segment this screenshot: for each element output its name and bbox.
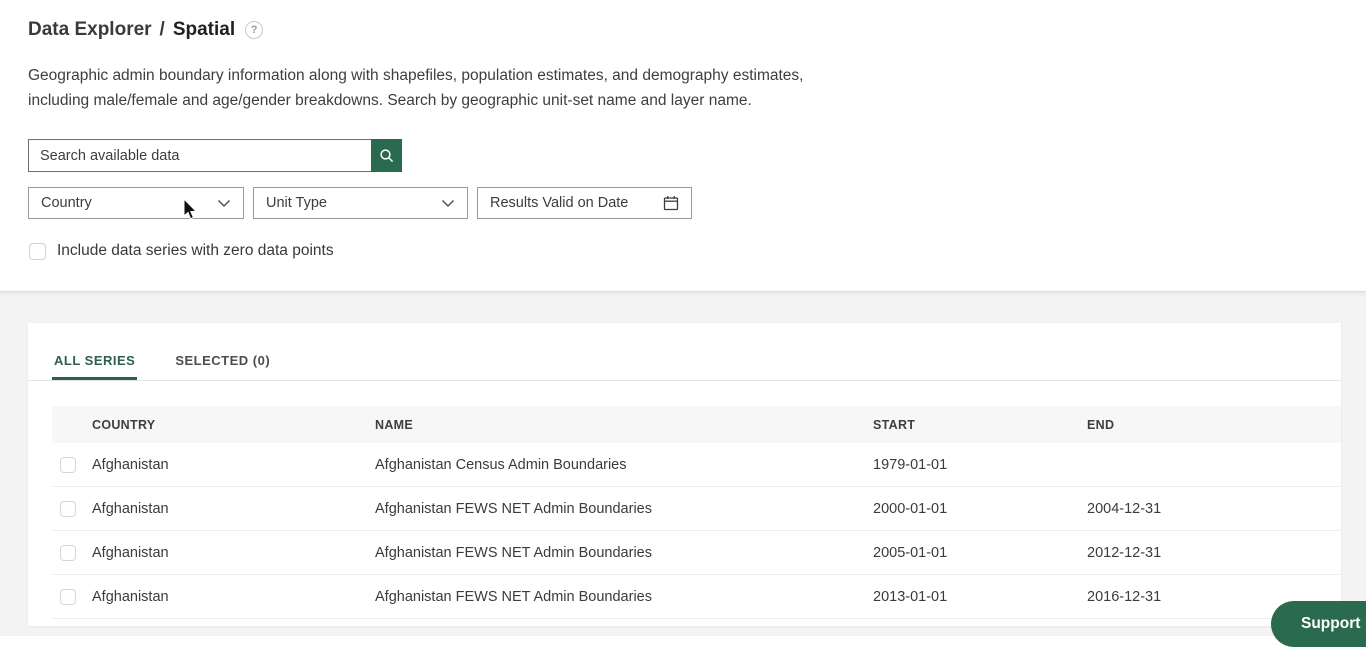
row-checkbox[interactable] [60,588,76,605]
row-country: Afghanistan [92,500,169,517]
results-valid-date-picker[interactable]: Results Valid on Date [477,187,692,219]
description-line-1: Geographic admin boundary information al… [28,67,804,84]
search-button[interactable] [371,139,402,172]
row-start-date: 2000-01-01 [873,500,948,517]
row-name: Afghanistan FEWS NET Admin Boundaries [375,588,652,605]
breadcrumb: Data Explorer / Spatial ? [28,19,264,41]
support-button-label: Support [1301,615,1361,632]
row-country: Afghanistan [92,456,169,473]
row-name: Afghanistan Census Admin Boundaries [375,456,627,473]
page-description: Geographic admin boundary information al… [28,64,868,113]
search-input[interactable] [28,139,371,172]
tab-all-series[interactable]: ALL SERIES [52,340,137,380]
column-header-end[interactable]: END [1087,418,1341,432]
series-table: COUNTRY NAME START END Afghanistan Afgha… [52,406,1341,619]
table-row[interactable]: Afghanistan Afghanistan Census Admin Bou… [52,443,1341,487]
unit-type-dropdown[interactable]: Unit Type [253,187,468,219]
unit-type-dropdown-label: Unit Type [266,195,327,211]
row-checkbox[interactable] [60,456,76,473]
table-row[interactable]: Afghanistan Afghanistan FEWS NET Admin B… [52,575,1341,619]
row-checkbox-cell [52,456,92,473]
chevron-down-icon [218,199,230,207]
chevron-down-icon [442,199,454,207]
row-checkbox[interactable] [60,500,76,517]
breadcrumb-root[interactable]: Data Explorer [28,19,152,41]
zero-data-checkbox[interactable] [29,242,46,260]
date-picker-label: Results Valid on Date [490,195,629,211]
row-checkbox-cell [52,588,92,605]
country-dropdown[interactable]: Country [28,187,244,219]
search-icon [379,148,393,162]
row-name: Afghanistan FEWS NET Admin Boundaries [375,500,652,517]
zero-data-filter: Include data series with zero data point… [29,242,334,260]
results-card: ALL SERIES SELECTED (0) COUNTRY NAME STA… [28,323,1341,626]
column-header-name[interactable]: NAME [375,418,873,432]
results-tabs: ALL SERIES SELECTED (0) [28,340,1341,381]
column-header-country[interactable]: COUNTRY [92,418,375,432]
row-country: Afghanistan [92,544,169,561]
row-checkbox[interactable] [60,544,76,561]
row-checkbox-cell [52,500,92,517]
breadcrumb-current: Spatial [172,19,236,40]
help-icon[interactable]: ? [245,21,264,39]
row-end-date: 2012-12-31 [1087,544,1162,561]
results-section: ALL SERIES SELECTED (0) COUNTRY NAME STA… [0,291,1366,636]
search-bar [28,139,402,172]
description-line-2: including male/female and age/gender bre… [28,91,752,109]
table-row[interactable]: Afghanistan Afghanistan FEWS NET Admin B… [52,531,1341,575]
filter-row: Country Unit Type Results Valid on Date [28,187,692,219]
row-start-date: 2013-01-01 [873,588,948,605]
row-start-date: 1979-01-01 [873,456,948,473]
zero-data-checkbox-label: Include data series with zero data point… [57,242,334,259]
table-row[interactable]: Afghanistan Afghanistan FEWS NET Admin B… [52,487,1341,531]
row-name: Afghanistan FEWS NET Admin Boundaries [375,544,652,561]
table-header: COUNTRY NAME START END [52,406,1341,443]
country-dropdown-label: Country [41,195,92,211]
column-header-start[interactable]: START [873,418,1087,432]
row-country: Afghanistan [92,588,169,605]
row-start-date: 2005-01-01 [873,544,948,561]
calendar-icon [663,196,679,211]
breadcrumb-separator: / [159,19,165,40]
tab-selected[interactable]: SELECTED (0) [173,340,272,380]
table-body: Afghanistan Afghanistan Census Admin Bou… [52,443,1341,619]
row-checkbox-cell [52,544,92,561]
row-end-date: 2004-12-31 [1087,500,1162,517]
support-button[interactable]: Support [1271,601,1366,647]
